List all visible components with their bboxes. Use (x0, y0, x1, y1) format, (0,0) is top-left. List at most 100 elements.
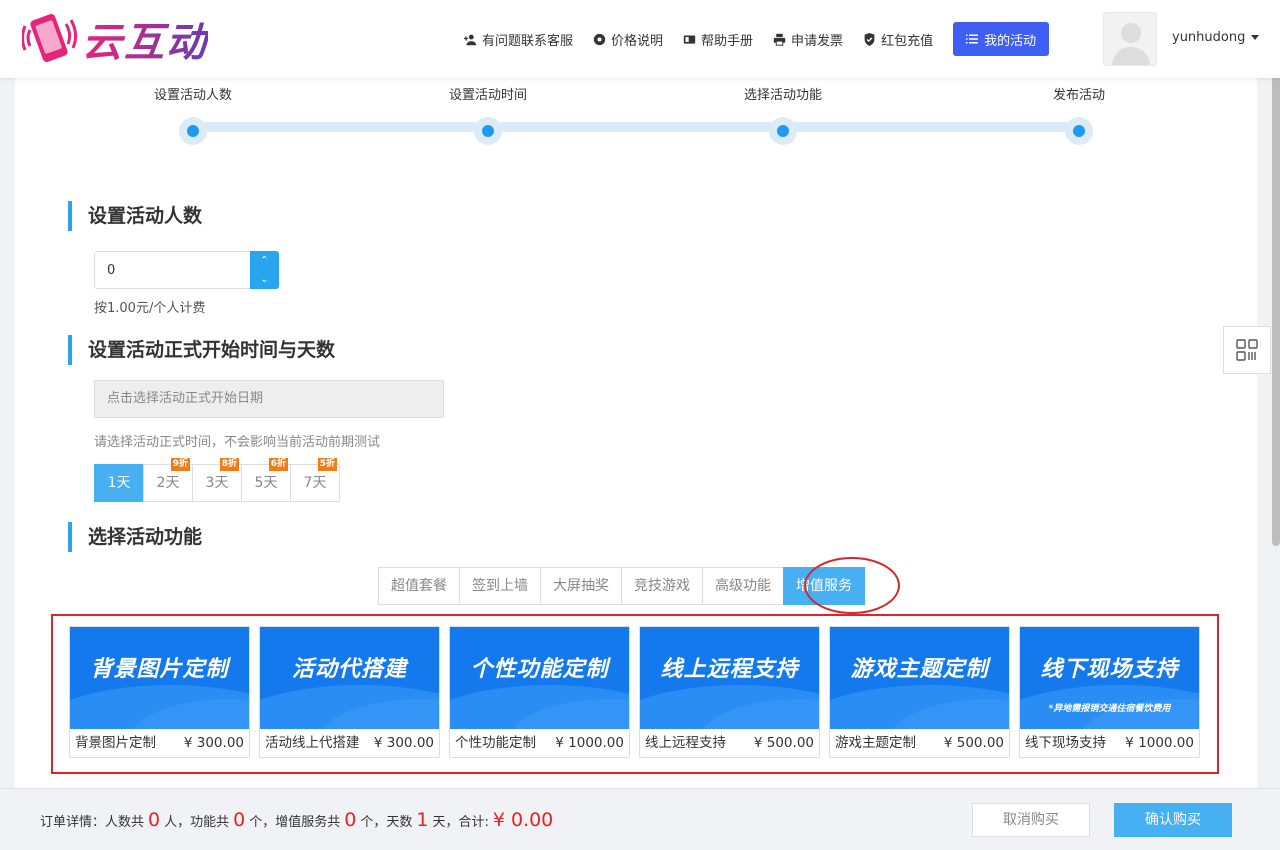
service-card-custom-feature[interactable]: 个性功能定制 个性功能定制 ¥ 1000.00 (449, 626, 630, 758)
step-label: 设置活动人数 (153, 88, 232, 103)
service-footer: 背景图片定制 ¥ 300.00 (70, 729, 249, 758)
service-banner-title: 活动代搭建 (291, 657, 407, 682)
qr-code-float-button[interactable] (1223, 326, 1271, 374)
day-option-7[interactable]: 7天 5折 (290, 458, 340, 502)
day-label: 3天 (205, 475, 229, 491)
people-price-hint: 按1.00元/个人计费 (94, 301, 206, 316)
username-label: yunhudong (1172, 30, 1246, 45)
discount-badge: 5折 (317, 458, 337, 471)
service-banner-note: *异地需报销交通住宿餐饮费用 (1048, 704, 1171, 714)
service-card-remote-support[interactable]: 线上远程支持 线上远程支持 ¥ 500.00 (639, 626, 820, 758)
nav-help-manual-label: 帮助手册 (701, 33, 754, 49)
function-tabs: 超值套餐 签到上墙 大屏抽奖 竞技游戏 高级功能 增值服务 (378, 567, 865, 605)
service-price: ¥ 1000.00 (555, 735, 624, 751)
function-unit: 个，增值服务共 (249, 815, 341, 830)
service-name: 个性功能定制 (455, 735, 536, 751)
my-activity-button[interactable]: 我的活动 (953, 22, 1050, 56)
discount-badge: 9折 (170, 458, 190, 471)
user-menu[interactable]: yunhudong (1172, 30, 1260, 45)
top-nav: 有问题联系客服 价格说明 帮助手册 申请发票 红包充值 我的活动 (464, 22, 1050, 56)
service-card-background[interactable]: 背景图片定制 背景图片定制 ¥ 300.00 (69, 626, 250, 758)
tab-signin-wall[interactable]: 签到上墙 (459, 567, 541, 605)
tab-competitive-games[interactable]: 竞技游戏 (621, 567, 703, 605)
service-banner-title: 游戏主题定制 (850, 657, 989, 682)
service-banner: 游戏主题定制 (830, 627, 1009, 729)
order-label: 订单详情：人数共 (40, 815, 145, 830)
day-option-5[interactable]: 5天 6折 (241, 458, 291, 502)
tab-value-added-services[interactable]: 增值服务 (783, 567, 865, 605)
increment-chevron-up-icon[interactable]: ⌃ (250, 251, 279, 270)
start-date-input[interactable]: 点击选择活动正式开始日期 (94, 380, 444, 418)
day-option-3[interactable]: 3天 8折 (192, 458, 242, 502)
nav-redpacket-recharge[interactable]: 红包充值 (863, 30, 933, 49)
service-name: 活动线上代搭建 (265, 735, 360, 751)
logo-text: 云互动 (82, 10, 208, 68)
service-banner: 活动代搭建 (260, 627, 439, 729)
progress-stepper: 设置活动人数 设置活动时间 选择活动功能 发布活动 (15, 78, 1257, 158)
service-banner: 个性功能定制 (450, 627, 629, 729)
service-name: 线下现场支持 (1025, 735, 1106, 751)
section-title-people: 设置活动人数 (68, 201, 202, 231)
top-header: 云互动 有问题联系客服 价格说明 帮助手册 申请发票 红包充值 我的活动 yun… (0, 0, 1280, 78)
step-label: 选择活动功能 (743, 88, 822, 103)
cancel-purchase-button[interactable]: 取消购买 (972, 803, 1090, 837)
phone-logo-icon (22, 14, 78, 62)
step-dot (179, 117, 207, 145)
decrement-chevron-down-icon[interactable]: ⌄ (250, 270, 279, 289)
tab-advanced-features[interactable]: 高级功能 (702, 567, 784, 605)
days-selector: 1天 2天 9折 3天 8折 5天 6折 7天 5折 (94, 458, 340, 502)
service-card-onsite-support[interactable]: 线下现场支持 *异地需报销交通住宿餐饮费用 线下现场支持 ¥ 1000.00 (1019, 626, 1200, 758)
order-summary: 订单详情：人数共 0 人，功能共 0 个，增值服务共 0 个，天数 1 天，合计… (40, 809, 553, 831)
service-banner-title: 背景图片定制 (90, 657, 229, 682)
nav-redpacket-recharge-label: 红包充值 (881, 33, 934, 49)
step-dot (474, 117, 502, 145)
qr-code-icon (1236, 339, 1258, 361)
time-hint: 请选择活动正式时间，不会影响当前活动前期测试 (94, 435, 381, 450)
printer-icon (773, 33, 786, 46)
tab-big-screen-lottery[interactable]: 大屏抽奖 (540, 567, 622, 605)
shield-check-icon (864, 32, 875, 46)
service-count: 0 (344, 809, 357, 831)
people-count-stepper[interactable]: 0 ⌃ ⌄ (94, 251, 279, 289)
nav-contact-support-label: 有问题联系客服 (482, 33, 574, 49)
page-scrollbar[interactable] (1272, 44, 1280, 546)
service-banner-title: 线上远程支持 (660, 657, 799, 682)
user-plus-icon (464, 34, 477, 45)
service-card-game-theme[interactable]: 游戏主题定制 游戏主题定制 ¥ 500.00 (829, 626, 1010, 758)
nav-help-manual[interactable]: 帮助手册 (683, 30, 753, 49)
list-icon (966, 34, 979, 44)
step-label: 设置活动时间 (448, 88, 527, 103)
service-price: ¥ 1000.00 (1125, 735, 1194, 751)
nav-invoice[interactable]: 申请发票 (773, 30, 843, 49)
people-count-value[interactable]: 0 (107, 263, 115, 278)
book-icon (683, 34, 696, 44)
service-footer: 线下现场支持 ¥ 1000.00 (1020, 729, 1199, 758)
avatar[interactable] (1103, 12, 1157, 66)
logo[interactable]: 云互动 (22, 10, 208, 68)
discount-badge: 8折 (219, 458, 239, 471)
step-2: 设置活动时间 (388, 84, 588, 145)
service-price: ¥ 300.00 (183, 735, 244, 751)
step-label: 发布活动 (1052, 88, 1105, 103)
service-card-setup[interactable]: 活动代搭建 活动线上代搭建 ¥ 300.00 (259, 626, 440, 758)
service-footer: 个性功能定制 ¥ 1000.00 (450, 729, 629, 758)
people-count: 0 (148, 809, 161, 831)
day-label: 1天 (107, 475, 131, 491)
section-title-time: 设置活动正式开始时间与天数 (68, 335, 335, 365)
service-banner: 线下现场支持 *异地需报销交通住宿餐饮费用 (1020, 627, 1199, 729)
day-option-1[interactable]: 1天 (94, 464, 144, 502)
tab-value-package[interactable]: 超值套餐 (378, 567, 460, 605)
day-label: 5天 (254, 475, 278, 491)
people-unit: 人，功能共 (164, 815, 230, 830)
day-option-2[interactable]: 2天 9折 (143, 458, 193, 502)
service-name: 背景图片定制 (75, 735, 156, 751)
order-footer: 订单详情：人数共 0 人，功能共 0 个，增值服务共 0 个，天数 1 天，合计… (0, 788, 1280, 850)
day-label: 2天 (156, 475, 180, 491)
service-banner-title: 个性功能定制 (470, 657, 609, 682)
service-name: 线上远程支持 (645, 735, 726, 751)
nav-invoice-label: 申请发票 (791, 33, 844, 49)
nav-pricing[interactable]: 价格说明 (593, 30, 663, 49)
nav-contact-support[interactable]: 有问题联系客服 (464, 30, 573, 49)
service-unit: 个，天数 (360, 815, 413, 830)
confirm-purchase-button[interactable]: 确认购买 (1114, 803, 1232, 837)
